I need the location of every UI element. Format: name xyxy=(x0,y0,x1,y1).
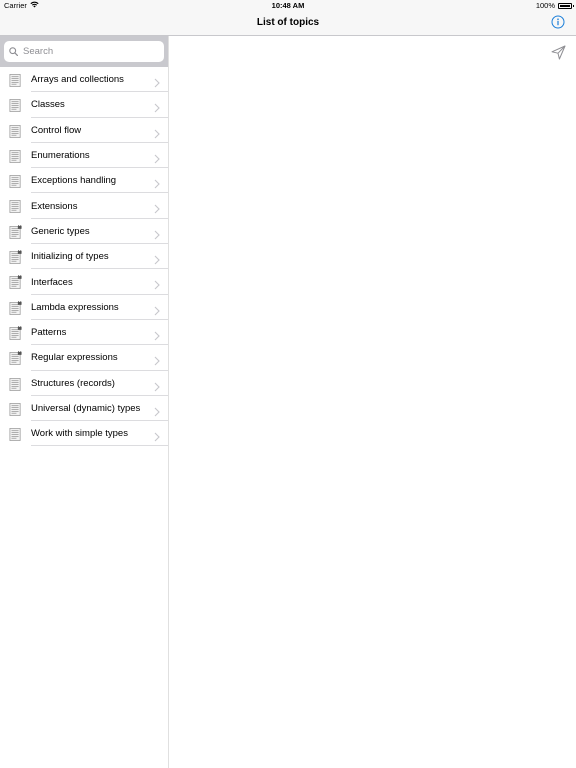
chevron-right-icon xyxy=(154,328,160,341)
topic-item[interactable]: Structures (records) xyxy=(0,371,168,397)
status-bar: Carrier 10:48 AM 100% xyxy=(0,0,576,12)
document-icon xyxy=(9,149,22,163)
locked-document-icon xyxy=(9,223,22,239)
battery-icon xyxy=(558,2,574,9)
search-input[interactable] xyxy=(23,46,153,57)
search-bar xyxy=(0,36,168,67)
chevron-right-icon xyxy=(154,75,160,88)
topic-item[interactable]: Generic types xyxy=(0,219,168,245)
topic-label: Control flow xyxy=(31,124,82,136)
topic-label: Enumerations xyxy=(31,150,90,162)
document-icon xyxy=(9,174,22,189)
info-icon xyxy=(551,15,565,34)
topic-item[interactable]: Work with simple types xyxy=(0,421,168,447)
topic-label: Lambda expressions xyxy=(31,301,119,313)
topic-item[interactable]: Exceptions handling xyxy=(0,168,168,194)
topics-sidebar: Arrays and collections Classes Control flo… xyxy=(0,36,169,768)
screen: Carrier 10:48 AM 100% List of topics Sea… xyxy=(0,0,576,768)
document-icon xyxy=(9,98,22,113)
topic-item[interactable]: Regular expressions xyxy=(0,345,168,371)
topic-item[interactable]: Extensions xyxy=(0,193,168,220)
topic-label: Regular expressions xyxy=(31,352,118,364)
topic-item[interactable]: Interfaces xyxy=(0,269,168,295)
chevron-right-icon xyxy=(154,227,160,240)
topic-item[interactable]: Initializing of types xyxy=(0,244,168,270)
battery-percent: 100% xyxy=(535,1,555,10)
chevron-right-icon xyxy=(154,429,160,442)
chevron-right-icon xyxy=(154,201,160,214)
chevron-right-icon xyxy=(154,126,160,138)
topic-label: Work with simple types xyxy=(31,428,128,440)
chevron-right-icon xyxy=(154,151,160,164)
locked-document-icon xyxy=(9,249,22,264)
topic-item[interactable]: Enumerations xyxy=(0,143,168,169)
topic-item[interactable]: Arrays and collections xyxy=(0,67,168,93)
locked-document-icon xyxy=(9,350,22,366)
battery-fill xyxy=(560,4,570,7)
search-icon xyxy=(9,47,19,57)
detail-pane xyxy=(169,36,576,768)
document-icon xyxy=(9,124,22,138)
document-icon xyxy=(9,199,22,214)
status-right: 100% xyxy=(535,1,574,10)
chevron-right-icon xyxy=(154,379,160,391)
topic-label: Exceptions handling xyxy=(31,175,117,187)
topic-item[interactable]: Lambda expressions xyxy=(0,295,168,321)
locked-document-icon xyxy=(9,299,22,315)
topic-label: Interfaces xyxy=(31,276,73,288)
document-icon xyxy=(9,377,22,391)
send-button[interactable] xyxy=(551,45,567,61)
search-field[interactable] xyxy=(4,41,164,62)
chevron-right-icon xyxy=(154,176,160,189)
chevron-right-icon xyxy=(154,252,160,265)
topic-label: Initializing of types xyxy=(31,251,109,263)
topic-item[interactable]: Classes xyxy=(0,92,168,118)
chevron-right-icon xyxy=(154,303,160,316)
locked-document-icon xyxy=(9,324,22,340)
topic-item[interactable]: Universal (dynamic) types xyxy=(0,396,168,422)
topic-label: Extensions xyxy=(31,200,78,212)
document-icon xyxy=(9,73,22,87)
topic-item[interactable]: Patterns xyxy=(0,320,168,346)
send-icon xyxy=(551,45,566,64)
topic-label: Structures (records) xyxy=(31,377,115,389)
locked-document-icon xyxy=(9,274,22,290)
navigation-bar: List of topics xyxy=(0,12,576,36)
topic-label: Arrays and collections xyxy=(31,74,124,86)
topic-label: Universal (dynamic) types xyxy=(31,403,141,414)
chevron-right-icon xyxy=(154,100,160,113)
topic-label: Patterns xyxy=(31,327,67,339)
document-icon xyxy=(9,427,22,442)
topic-item[interactable]: Control flow xyxy=(0,118,168,144)
topic-list: Arrays and collections Classes Control flo… xyxy=(0,67,168,447)
topic-label: Classes xyxy=(31,99,65,111)
status-time: 10:48 AM xyxy=(271,1,305,10)
document-icon xyxy=(9,402,22,416)
chevron-right-icon xyxy=(154,277,160,290)
chevron-right-icon xyxy=(154,404,160,417)
topic-label: Generic types xyxy=(31,225,90,237)
page-title: List of topics xyxy=(256,17,320,28)
chevron-right-icon xyxy=(154,353,160,366)
info-button[interactable] xyxy=(550,15,566,34)
